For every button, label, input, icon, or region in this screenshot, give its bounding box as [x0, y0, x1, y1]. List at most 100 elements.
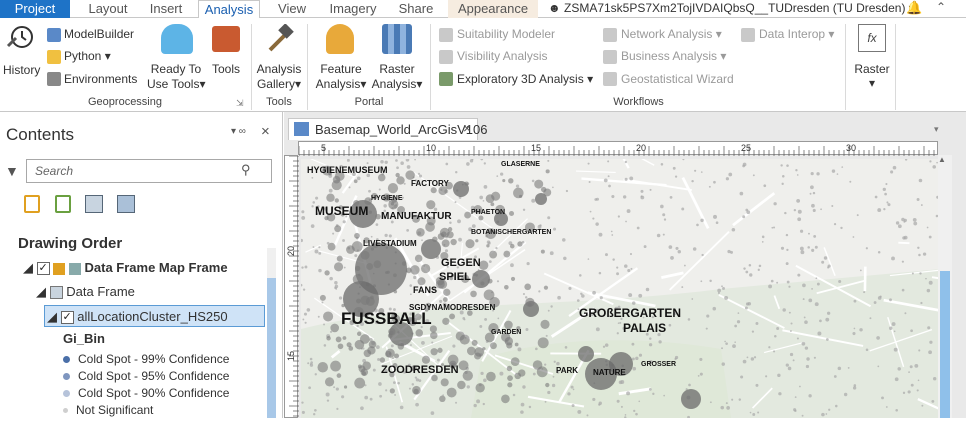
- point-feature: [557, 296, 561, 300]
- list-by-editing-icon[interactable]: [117, 195, 135, 213]
- map-frame-row[interactable]: ◢ ✓ Data Frame Map Frame: [23, 260, 228, 276]
- collapse-triangle-icon[interactable]: ◢: [36, 284, 46, 299]
- point-feature: [917, 389, 919, 391]
- point-feature: [649, 388, 652, 391]
- point-feature: [304, 266, 307, 269]
- point-feature: [821, 261, 824, 264]
- point-feature: [341, 395, 344, 398]
- point-feature: [360, 334, 370, 344]
- tab-analysis[interactable]: Analysis: [198, 0, 260, 19]
- function-icon: fx: [858, 24, 886, 52]
- point-feature: [455, 201, 457, 203]
- close-tab-icon[interactable]: ×: [463, 120, 471, 136]
- point-feature: [762, 241, 764, 243]
- filter-icon[interactable]: ▼: [5, 163, 19, 179]
- point-feature: [373, 369, 376, 372]
- point-feature: [894, 330, 896, 332]
- point-feature: [431, 187, 437, 193]
- raster-analysis-button[interactable]: Raster Analysis▾: [370, 24, 424, 96]
- pane-options-icon[interactable]: ▾ ∞: [231, 126, 246, 137]
- modelbuilder-button[interactable]: ModelBuilder: [64, 27, 134, 41]
- point-feature: [747, 356, 749, 358]
- collapse-triangle-icon[interactable]: ◢: [47, 309, 57, 324]
- history-button[interactable]: History: [3, 24, 37, 84]
- notification-icon[interactable]: 🔔: [906, 0, 922, 16]
- point-feature: [713, 181, 716, 184]
- tab-appearance[interactable]: Appearance: [448, 0, 538, 18]
- point-feature: [430, 332, 437, 339]
- point-feature: [928, 350, 932, 354]
- dialog-launcher-icon[interactable]: ⇲: [236, 98, 244, 109]
- point-feature: [390, 388, 395, 393]
- point-feature: [649, 337, 652, 340]
- tab-share[interactable]: Share: [392, 0, 440, 18]
- point-feature: [762, 236, 765, 239]
- raster-functions-button[interactable]: fx Raster ▾: [852, 24, 892, 94]
- account-menu[interactable]: ☻ ZSMA71sk5PS7Xm2TojIVDAIQbsQ__TUDresden…: [548, 1, 915, 15]
- layer-visibility-checkbox[interactable]: ✓: [61, 311, 74, 324]
- list-by-selection-icon[interactable]: [85, 195, 103, 213]
- point-feature: [635, 413, 638, 416]
- point-feature: [517, 347, 521, 351]
- feature-analysis-button[interactable]: Feature Analysis▾: [314, 24, 368, 96]
- point-feature: [918, 349, 920, 351]
- map-tab[interactable]: Basemap_World_ArcGisV106 ×: [288, 118, 478, 140]
- point-feature: [788, 367, 792, 371]
- scrollbar-thumb[interactable]: [267, 278, 276, 418]
- list-by-source-icon[interactable]: [55, 195, 71, 213]
- point-feature: [749, 264, 752, 267]
- layer-row-selected[interactable]: ◢ ✓ allLocationCluster_HS250: [44, 305, 265, 327]
- scrollbar-thumb[interactable]: [940, 271, 950, 418]
- business-analysis-button[interactable]: Business Analysis ▾: [621, 49, 726, 63]
- collapse-triangle-icon[interactable]: ◢: [23, 260, 33, 275]
- tab-menu-icon[interactable]: ▾: [934, 124, 939, 135]
- data-frame-row[interactable]: ◢ Data Frame: [36, 284, 135, 300]
- data-interop-button[interactable]: Data Interop ▾: [759, 27, 834, 41]
- point-feature: [898, 224, 902, 228]
- tab-layout[interactable]: Layout: [80, 0, 136, 18]
- chevron-down-icon: ▾: [852, 76, 892, 90]
- analysis-gallery-button[interactable]: Analysis Gallery▾: [256, 24, 302, 96]
- map-vertical-scrollbar[interactable]: ▲: [938, 155, 952, 418]
- contents-scrollbar[interactable]: [267, 248, 276, 418]
- tools-button[interactable]: Tools: [210, 24, 242, 84]
- legend-label: Cold Spot - 95% Confidence: [78, 369, 229, 383]
- point-feature: [410, 265, 419, 274]
- point-feature: [726, 177, 729, 180]
- point-feature: [419, 175, 422, 178]
- visibility-checkbox[interactable]: ✓: [37, 262, 50, 275]
- ready-to-use-label: Ready To: [147, 62, 205, 76]
- analysis-gallery-label2: Gallery▾: [256, 77, 302, 91]
- point-feature: [933, 377, 936, 380]
- point-feature: [547, 216, 550, 219]
- collapse-ribbon-icon[interactable]: ⌃: [936, 0, 946, 14]
- point-feature: [525, 328, 528, 331]
- point-feature: [449, 313, 455, 319]
- suitability-modeler-button[interactable]: Suitability Modeler: [457, 27, 555, 41]
- exploratory-3d-button[interactable]: Exploratory 3D Analysis ▾: [457, 72, 593, 86]
- point-feature: [734, 341, 736, 343]
- search-icon[interactable]: ⚲: [241, 162, 251, 178]
- search-input[interactable]: Search ⚲: [26, 159, 272, 183]
- tab-imagery[interactable]: Imagery: [322, 0, 384, 18]
- list-by-drawing-order-icon[interactable]: [24, 195, 40, 213]
- ready-to-use-tools-button[interactable]: Ready To Use Tools▾: [147, 24, 205, 96]
- point-feature: [301, 402, 303, 404]
- point-feature: [546, 169, 550, 173]
- map-canvas[interactable]: HYGIENEMUSEUMFACTORYMUSEUMMANUFAKTURLIVE…: [301, 159, 938, 418]
- close-icon[interactable]: ×: [261, 123, 270, 140]
- point-feature: [874, 301, 877, 304]
- hotspot-cluster: [681, 389, 701, 409]
- environments-button[interactable]: Environments: [64, 72, 137, 86]
- visibility-analysis-button[interactable]: Visibility Analysis: [457, 49, 547, 63]
- tab-project[interactable]: Project: [0, 0, 70, 18]
- tab-insert[interactable]: Insert: [140, 0, 192, 18]
- tab-view[interactable]: View: [270, 0, 314, 18]
- geostatistical-wizard-button[interactable]: Geostatistical Wizard: [621, 72, 734, 86]
- group-geoprocessing: Geoprocessing: [40, 96, 210, 108]
- network-analysis-button[interactable]: Network Analysis ▾: [621, 27, 722, 41]
- python-button[interactable]: Python ▾: [64, 49, 111, 63]
- scroll-up-icon[interactable]: ▲: [938, 155, 946, 164]
- point-feature: [524, 283, 531, 290]
- point-feature: [774, 335, 777, 338]
